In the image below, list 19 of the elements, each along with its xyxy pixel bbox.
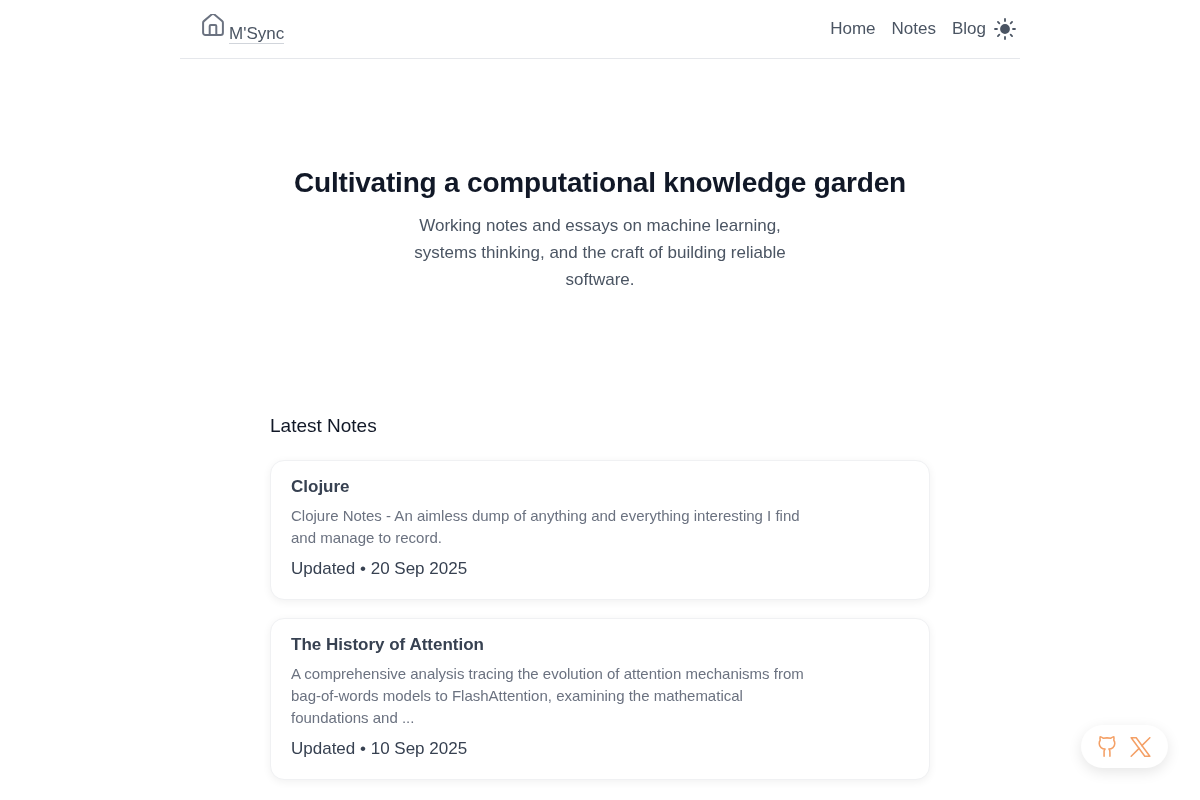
note-updated-date: Updated • 20 Sep 2025 bbox=[291, 558, 469, 580]
hero-subtitle: Working notes and essays on machine learning, systems thinking, and the craft of building reliable software. bbox=[413, 215, 787, 291]
nav-link[interactable]: Notes bbox=[891, 19, 936, 39]
x-icon bbox=[1130, 736, 1151, 757]
nav-link[interactable]: Home bbox=[830, 19, 876, 39]
section-heading: Latest Notes bbox=[270, 414, 378, 438]
note-updated-date: Updated • 10 Sep 2025 bbox=[291, 738, 469, 760]
note-title: The History of Attention bbox=[291, 635, 485, 655]
nav-link[interactable]: Blog bbox=[951, 19, 986, 39]
sun-icon bbox=[994, 18, 1016, 40]
note-card[interactable]: Clojure Clojure Notes - An aimless dump of anything and everything interesting I find and manage to record. Updated • 20 Sep 2025 bbox=[270, 460, 930, 600]
note-description: Clojure Notes - An aimless dump of anything and everything interesting I find and manage to record. bbox=[291, 506, 801, 548]
note-description: A comprehensive analysis tracing the evolution of attention mechanisms from bag-of-words models to FlashAttention, examining the mathematical foundations and ... bbox=[291, 664, 805, 728]
theme-toggle-button[interactable] bbox=[994, 18, 1016, 40]
house-icon bbox=[202, 14, 224, 36]
home-logo-link[interactable]: M'Sync bbox=[202, 14, 285, 44]
hero-title: Cultivating a computational knowledge garden bbox=[294, 166, 906, 200]
github-icon bbox=[1098, 736, 1116, 757]
note-title: Clojure bbox=[291, 477, 351, 497]
